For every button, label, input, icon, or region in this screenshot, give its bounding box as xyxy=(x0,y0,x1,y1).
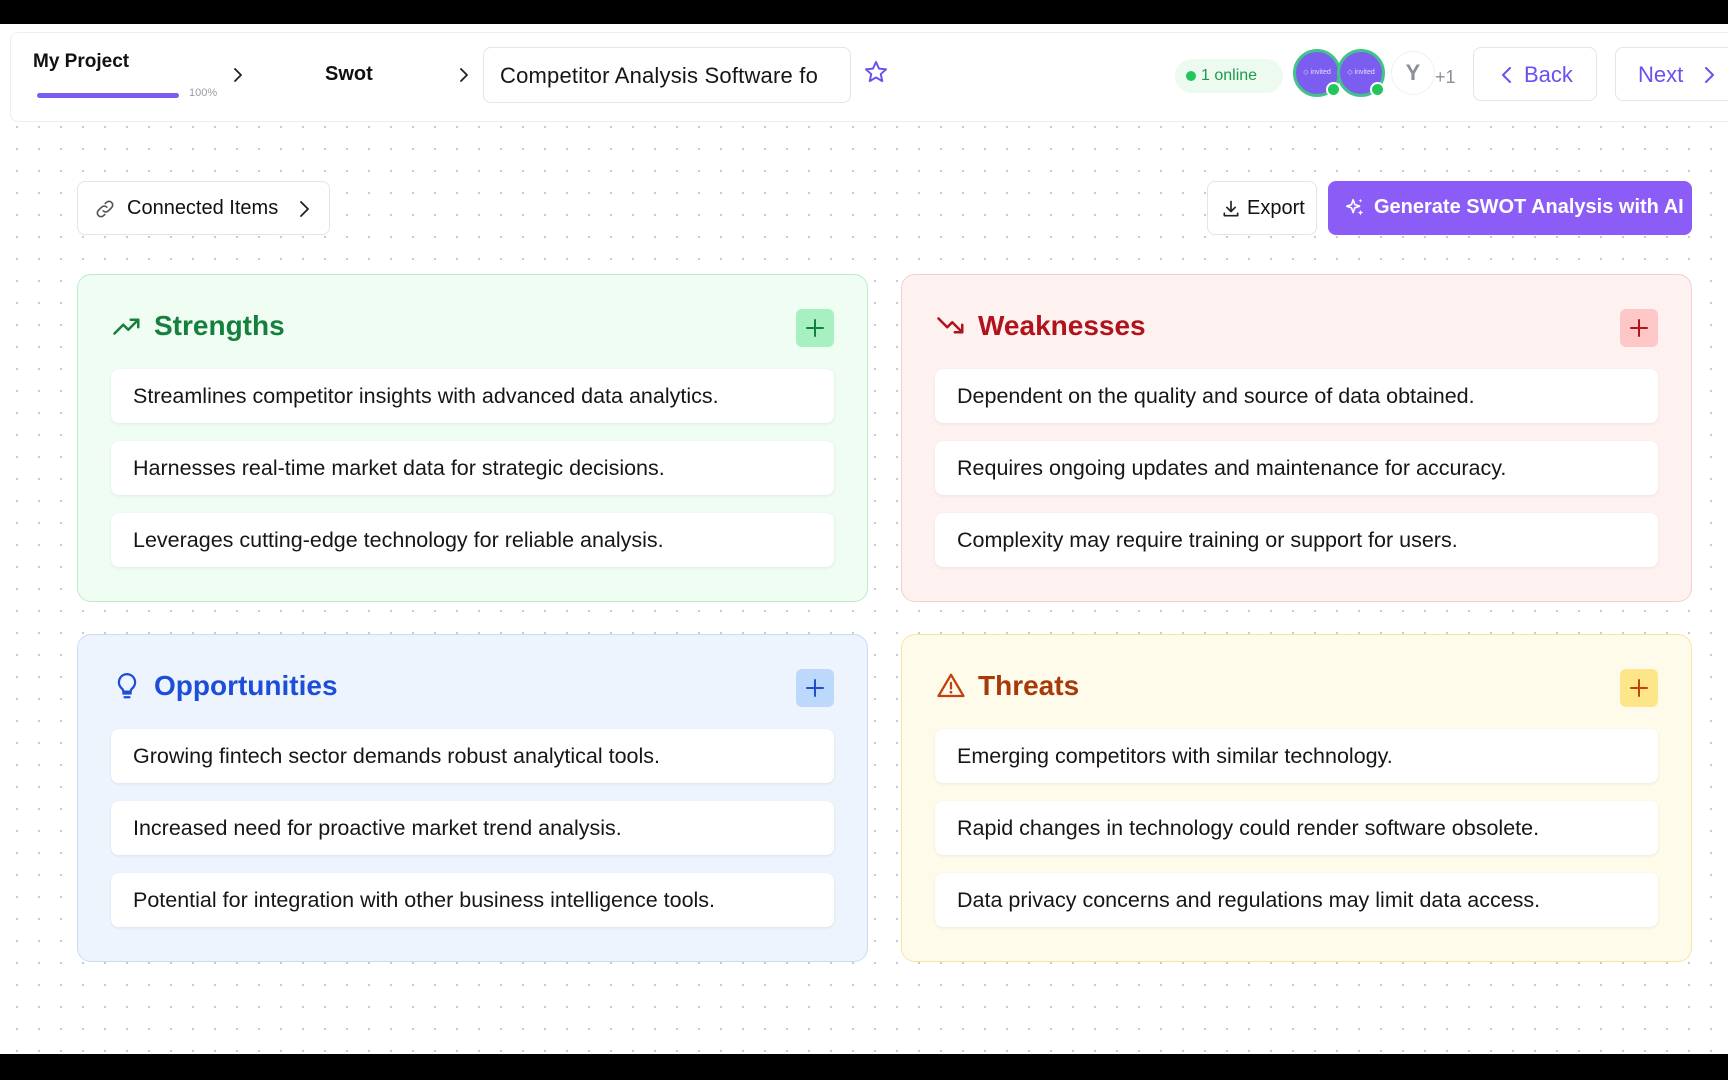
presence-dot-icon xyxy=(1370,82,1385,97)
sparkles-icon xyxy=(1345,198,1364,216)
generate-swot-ai-button[interactable]: Generate SWOT Analysis with AI xyxy=(1328,181,1692,235)
avatar[interactable]: ◇ invited xyxy=(1337,49,1385,97)
generate-label: Generate SWOT Analysis with AI xyxy=(1374,196,1684,218)
plus-icon xyxy=(1630,679,1648,697)
weaknesses-title: Weaknesses xyxy=(978,310,1146,341)
next-label: Next xyxy=(1638,62,1684,87)
swot-item[interactable]: Complexity may require training or suppo… xyxy=(935,513,1658,567)
swot-item[interactable]: Increased need for proactive market tren… xyxy=(111,801,834,855)
threats-title: Threats xyxy=(978,670,1080,701)
link-icon xyxy=(96,200,114,218)
project-name[interactable]: My Project xyxy=(33,51,213,73)
plus-icon xyxy=(806,679,824,697)
chevron-left-icon xyxy=(1502,67,1511,83)
swot-item[interactable]: Emerging competitors with similar techno… xyxy=(935,729,1658,783)
swot-item[interactable]: Leverages cutting-edge technology for re… xyxy=(111,513,834,567)
swot-item[interactable]: Rapid changes in technology could render… xyxy=(935,801,1658,855)
connected-items-label: Connected Items xyxy=(127,197,279,219)
add-threat-button[interactable] xyxy=(1620,669,1658,707)
weaknesses-quadrant: Weaknesses Dependent on the quality and … xyxy=(901,274,1692,602)
warning-icon xyxy=(937,673,965,698)
avatar-initial[interactable]: Y xyxy=(1391,51,1435,95)
app-frame: My Project 100% Swot Competitor Analysis… xyxy=(0,24,1728,1054)
strengths-quadrant: Strengths Streamlines competitor insight… xyxy=(77,274,868,602)
online-count-label: 1 online xyxy=(1201,67,1258,84)
trending-down-icon xyxy=(937,317,964,334)
swot-item[interactable]: Data privacy concerns and regulations ma… xyxy=(935,873,1658,927)
chevron-right-icon xyxy=(234,68,242,82)
online-dot-icon xyxy=(1186,71,1196,81)
threats-quadrant: Threats Emerging competitors with simila… xyxy=(901,634,1692,962)
add-opportunity-button[interactable] xyxy=(796,669,834,707)
plus-icon xyxy=(806,319,824,337)
swot-item[interactable]: Streamlines competitor insights with adv… xyxy=(111,369,834,423)
back-label: Back xyxy=(1524,62,1573,87)
opportunities-title: Opportunities xyxy=(154,670,338,701)
project-breadcrumb[interactable]: My Project 100% xyxy=(33,51,217,99)
document-title-input[interactable]: Competitor Analysis Software fo xyxy=(483,47,851,103)
online-status-badge: 1 online xyxy=(1175,59,1283,93)
back-button[interactable]: Back xyxy=(1473,47,1597,101)
lightbulb-icon xyxy=(117,673,137,699)
strengths-title: Strengths xyxy=(154,310,285,341)
chevron-right-icon xyxy=(300,201,309,217)
breadcrumb-swot[interactable]: Swot xyxy=(325,63,373,86)
chevron-right-icon xyxy=(460,68,468,82)
presence-dot-icon xyxy=(1326,82,1341,97)
trending-up-icon xyxy=(113,318,140,335)
export-label: Export xyxy=(1247,197,1305,219)
next-button[interactable]: Next xyxy=(1615,47,1728,101)
swot-item[interactable]: Growing fintech sector demands robust an… xyxy=(111,729,834,783)
opportunities-quadrant: Opportunities Growing fintech sector dem… xyxy=(77,634,868,962)
top-bar: My Project 100% Swot Competitor Analysis… xyxy=(10,32,1728,122)
export-button[interactable]: Export xyxy=(1207,181,1317,235)
swot-item[interactable]: Harnesses real-time market data for stra… xyxy=(111,441,834,495)
project-progress-bar xyxy=(37,93,179,98)
chevron-right-icon xyxy=(1705,67,1714,83)
connected-items-button[interactable]: Connected Items xyxy=(77,181,330,235)
project-progress-label: 100% xyxy=(189,87,218,99)
add-weakness-button[interactable] xyxy=(1620,309,1658,347)
project-progress-fill xyxy=(37,93,179,98)
swot-item[interactable]: Potential for integration with other bus… xyxy=(111,873,834,927)
avatar[interactable]: ◇ invited xyxy=(1293,49,1341,97)
swot-item[interactable]: Requires ongoing updates and maintenance… xyxy=(935,441,1658,495)
plus-icon xyxy=(1630,319,1648,337)
add-strength-button[interactable] xyxy=(796,309,834,347)
more-users-count[interactable]: +1 xyxy=(1435,67,1456,88)
star-icon[interactable] xyxy=(863,59,889,85)
download-icon xyxy=(1223,200,1239,217)
swot-item[interactable]: Dependent on the quality and source of d… xyxy=(935,369,1658,423)
